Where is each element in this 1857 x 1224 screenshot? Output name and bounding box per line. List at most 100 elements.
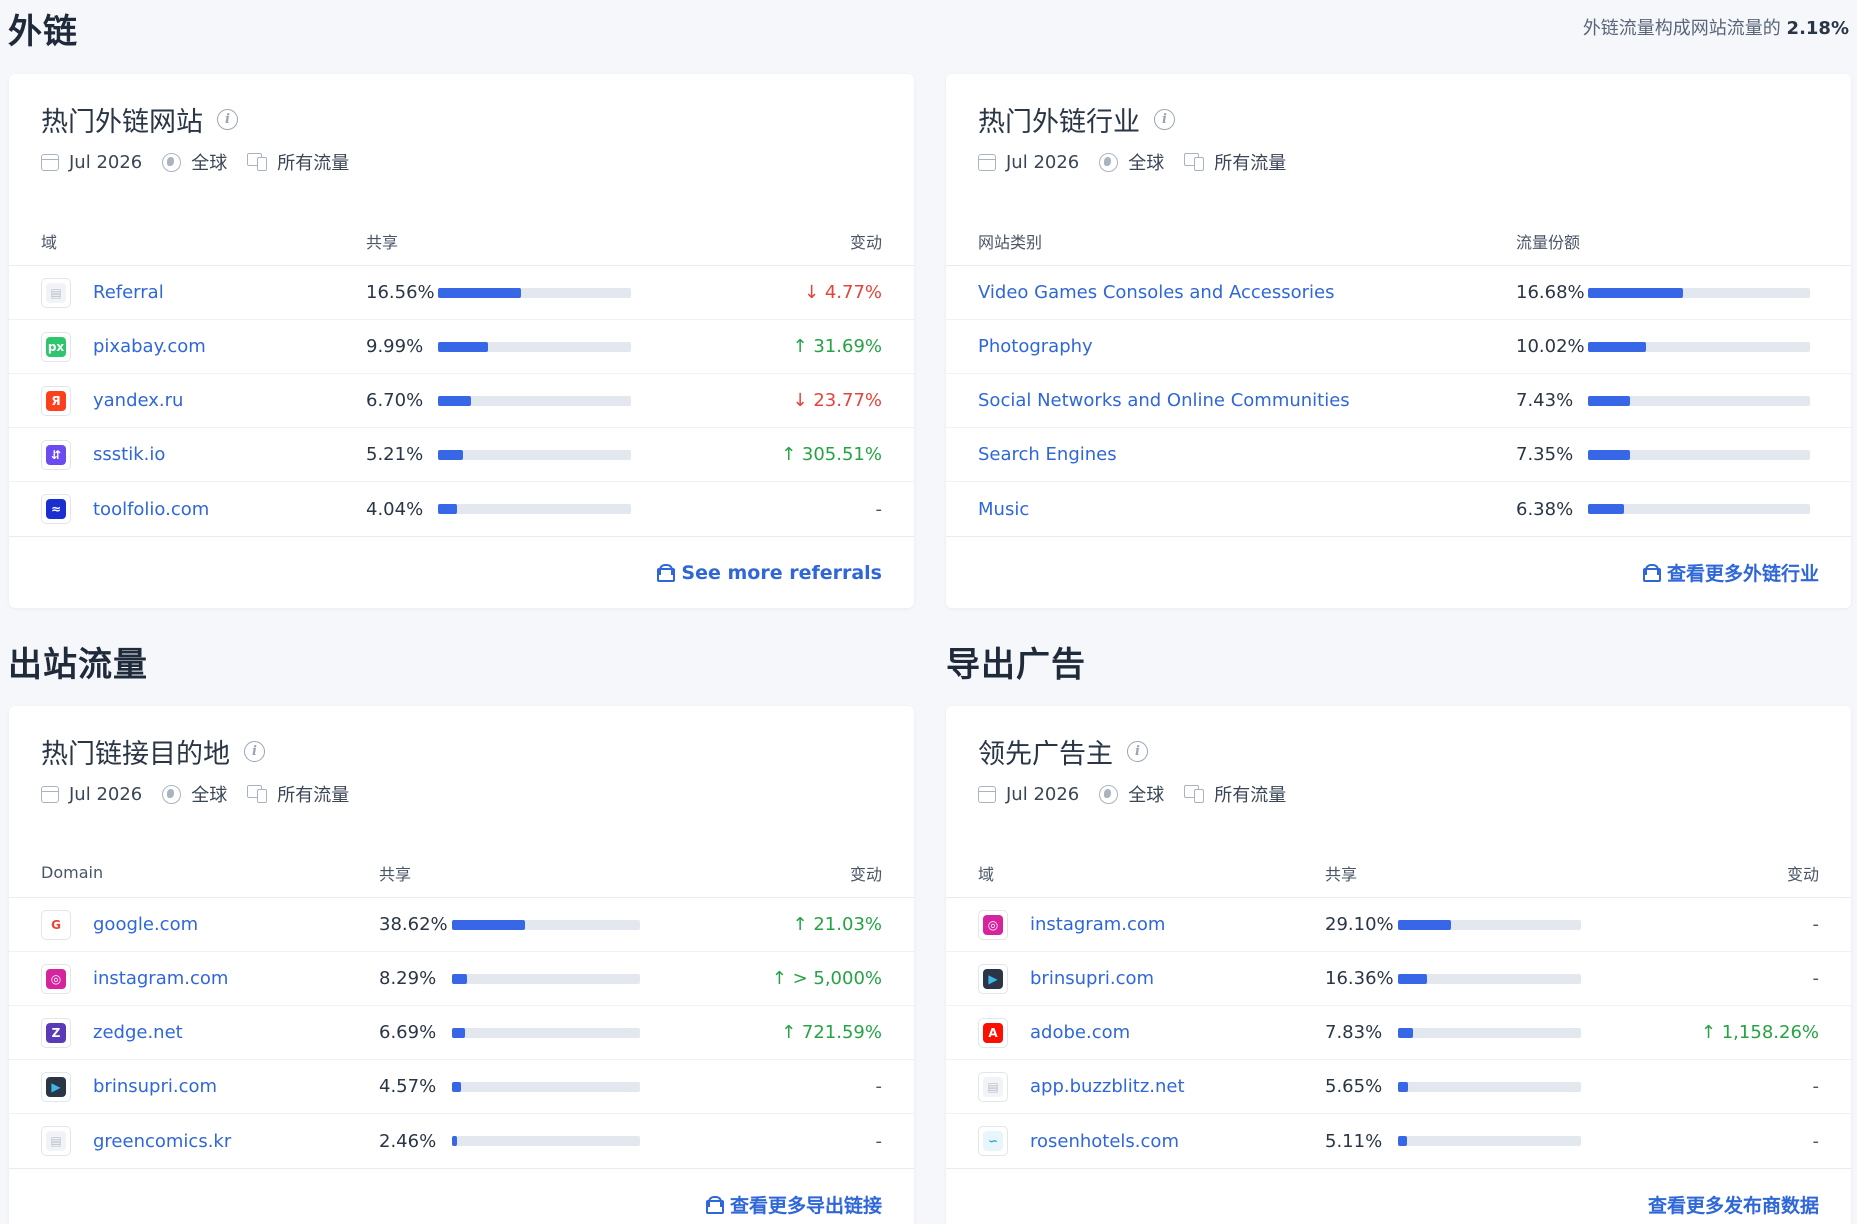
see-more-outgoing-link[interactable]: 查看更多导出链接 — [705, 1191, 882, 1218]
table-row: Music 6.38% — [946, 482, 1851, 536]
devices-icon — [1184, 153, 1205, 171]
zedge-icon: Z — [41, 1017, 71, 1048]
row-domain-link[interactable]: yandex.ru — [93, 390, 183, 411]
row-share-cell: 29.10% — [1325, 914, 1581, 935]
row-share-cell: 10.02% — [1516, 336, 1810, 357]
meta-region: 全球 — [191, 785, 228, 806]
share-value: 16.36% — [1325, 968, 1394, 989]
row-share-cell: 7.43% — [1516, 390, 1810, 411]
row-domain-link[interactable]: Video Games Consoles and Accessories — [978, 282, 1334, 303]
info-icon[interactable]: i — [244, 741, 265, 762]
row-domain-link[interactable]: pixabay.com — [93, 336, 206, 357]
table-row: ⇵ ssstik.io 5.21% ↑ 305.51% — [9, 428, 914, 482]
table-row: ▤ greencomics.kr 2.46% - — [9, 1114, 914, 1168]
adobe-icon: A — [978, 1017, 1008, 1048]
yandex-icon: Я — [41, 385, 71, 416]
ssstik-icon: ⇵ — [41, 439, 71, 470]
info-icon[interactable]: i — [217, 109, 238, 130]
row-domain-link[interactable]: brinsupri.com — [1030, 968, 1154, 989]
share-bar-fill — [438, 341, 488, 352]
info-icon[interactable]: i — [1154, 109, 1175, 130]
row-domain-link[interactable]: instagram.com — [93, 968, 228, 989]
share-value: 9.99% — [366, 336, 424, 357]
see-more-referrals-link[interactable]: See more referrals — [657, 562, 882, 584]
row-domain-link[interactable]: Search Engines — [978, 444, 1117, 465]
see-more-label: 查看更多外链行业 — [1666, 563, 1819, 585]
row-domain-link[interactable]: Music — [978, 499, 1029, 520]
share-value: 5.11% — [1325, 1130, 1383, 1152]
share-bar-fill — [1398, 973, 1427, 984]
share-value: 6.69% — [379, 1022, 437, 1043]
top-advertisers-table: ◎ instagram.com 29.10% - ▶ brinsupri.com 16.36… — [946, 898, 1851, 1168]
row-domain-link[interactable]: toolfolio.com — [93, 499, 209, 520]
card-header: 热门链接目的地 i Jul 2026 全球 所有流量 — [9, 706, 914, 828]
row-share-cell: 16.36% — [1325, 968, 1581, 989]
row-domain-link[interactable]: Photography — [978, 336, 1093, 357]
table-header: 域 共享 变动 — [946, 848, 1851, 898]
calendar-icon — [978, 785, 996, 803]
row-name-cell: ◎ instagram.com — [978, 909, 1325, 940]
change-value: > 5,000% — [792, 968, 882, 989]
globe-icon — [162, 784, 182, 804]
change-value: 1,158.26% — [1721, 1022, 1819, 1043]
card-title-text: 领先广告主 — [978, 739, 1113, 770]
google-icon: G — [41, 909, 71, 940]
card-header: 热门外链网站 i Jul 2026 全球 所有流量 — [9, 74, 914, 196]
info-icon[interactable]: i — [1127, 741, 1148, 762]
share-bar — [1398, 1081, 1581, 1092]
table-row: ◎ instagram.com 29.10% - — [946, 898, 1851, 952]
share-bar-fill — [1588, 287, 1683, 298]
share-value: 4.04% — [366, 498, 424, 520]
card-header: 热门外链行业 i Jul 2026 全球 所有流量 — [946, 74, 1851, 196]
share-bar-fill — [1398, 1027, 1413, 1038]
row-domain-link[interactable]: Referral — [93, 282, 164, 303]
meta-traffic: 所有流量 — [277, 785, 350, 806]
share-bar — [438, 395, 631, 406]
row-name-cell: ∽ rosenhotels.com — [978, 1126, 1325, 1156]
share-bar-fill — [1398, 1081, 1408, 1092]
share-bar — [452, 1136, 640, 1146]
row-domain-link[interactable]: ssstik.io — [93, 444, 165, 465]
row-name-cell: Video Games Consoles and Accessories — [978, 282, 1516, 303]
row-name-cell: px pixabay.com — [41, 331, 366, 362]
card-title: 热门外链网站 i — [41, 100, 882, 139]
row-name-cell: ▤ greencomics.kr — [41, 1126, 379, 1156]
share-bar — [1398, 919, 1581, 930]
share-bar-fill — [1588, 341, 1646, 352]
row-name-cell: Music — [978, 499, 1516, 520]
row-domain-link[interactable]: instagram.com — [1030, 914, 1165, 935]
row-name-cell: ▤ Referral — [41, 277, 366, 308]
row-domain-link[interactable]: rosenhotels.com — [1030, 1131, 1179, 1152]
row-domain-link[interactable]: Social Networks and Online Communities — [978, 390, 1350, 411]
share-bar — [1588, 341, 1810, 352]
brinsupri-icon: ▶ — [41, 1071, 71, 1102]
row-domain-link[interactable]: greencomics.kr — [93, 1131, 231, 1152]
share-value: 10.02% — [1516, 336, 1585, 357]
see-more-publishers-link[interactable]: 查看更多发布商数据 — [1648, 1191, 1819, 1218]
row-domain-link[interactable]: adobe.com — [1030, 1022, 1130, 1043]
row-change-cell: - — [1813, 1131, 1820, 1152]
globe-icon — [1099, 784, 1119, 804]
row-share-cell: 6.70% — [366, 390, 631, 411]
header-change: 变动 — [1786, 864, 1819, 884]
row-domain-link[interactable]: google.com — [93, 914, 198, 935]
table-row: Ggoogle.com 38.62% ↑ 21.03% — [9, 898, 914, 952]
change-value: - — [875, 498, 883, 520]
share-value: 5.21% — [366, 444, 424, 465]
brinsupri-icon: ▶ — [978, 963, 1008, 994]
share-bar — [1588, 449, 1810, 460]
row-domain-link[interactable]: brinsupri.com — [93, 1076, 217, 1097]
change-value: 23.77% — [813, 390, 882, 411]
see-more-industries-link[interactable]: 查看更多外链行业 — [1642, 559, 1819, 586]
row-share-cell: 16.56% — [366, 282, 631, 303]
arrow-up-icon: ↑ — [781, 1022, 802, 1043]
share-value: 38.62% — [379, 914, 448, 935]
row-name-cell: Social Networks and Online Communities — [978, 390, 1516, 411]
row-domain-link[interactable]: app.buzzblitz.net — [1030, 1076, 1185, 1097]
share-value: 16.56% — [366, 282, 435, 303]
card-header: 领先广告主 i Jul 2026 全球 所有流量 — [946, 706, 1851, 828]
filter-meta: Jul 2026 全球 所有流量 — [41, 781, 882, 807]
row-domain-link[interactable]: zedge.net — [93, 1022, 183, 1043]
outgoing-links-card: 热门链接目的地 i Jul 2026 全球 所有流量 Domain 共享 变动 … — [9, 706, 914, 1224]
header-change: 变动 — [849, 232, 882, 252]
